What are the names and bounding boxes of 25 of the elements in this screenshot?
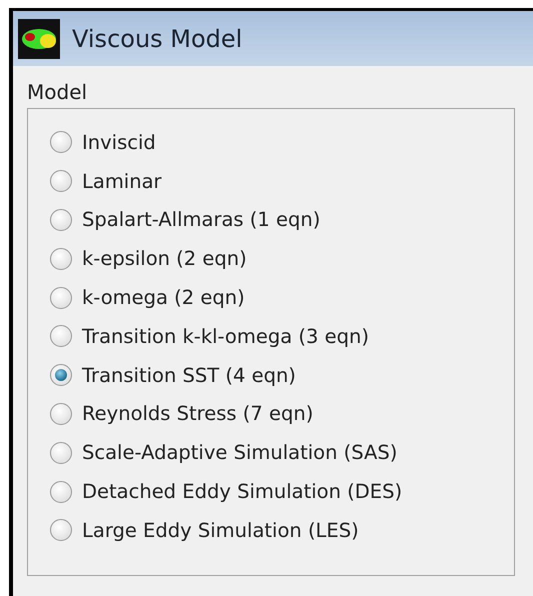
radio-button-icon[interactable] <box>50 286 72 309</box>
radio-option[interactable]: k-omega (2 eqn) <box>50 278 245 317</box>
radio-button-icon[interactable] <box>50 131 72 154</box>
radio-option[interactable]: Scale-Adaptive Simulation (SAS) <box>50 433 398 472</box>
radio-button-icon[interactable] <box>50 402 72 425</box>
group-label: Model <box>27 80 88 104</box>
radio-option[interactable]: Transition SST (4 eqn) <box>50 356 296 395</box>
window-title: Viscous Model <box>72 24 242 52</box>
radio-button-icon[interactable] <box>50 364 72 386</box>
radio-option[interactable]: Spalart-Allmaras (1 eqn) <box>50 200 320 240</box>
radio-option[interactable]: Inviscid <box>50 123 156 162</box>
radio-button-icon[interactable] <box>50 325 72 348</box>
radio-button-icon[interactable] <box>50 442 72 464</box>
radio-option[interactable]: Reynolds Stress (7 eqn) <box>50 394 314 434</box>
radio-option[interactable]: Detached Eddy Simulation (DES) <box>50 472 402 511</box>
radio-button-icon[interactable] <box>50 208 72 231</box>
radio-option[interactable]: Laminar <box>50 162 162 201</box>
radio-option[interactable]: Large Eddy Simulation (LES) <box>50 510 359 550</box>
radio-button-icon[interactable] <box>50 170 72 192</box>
radio-button-icon[interactable] <box>50 519 72 542</box>
radio-button-icon[interactable] <box>50 480 72 503</box>
app-logo-icon <box>18 18 60 58</box>
radio-option[interactable]: k-epsilon (2 eqn) <box>50 239 247 278</box>
radio-button-icon[interactable] <box>50 248 72 270</box>
radio-option[interactable]: Transition k-kl-omega (3 eqn) <box>50 316 369 356</box>
